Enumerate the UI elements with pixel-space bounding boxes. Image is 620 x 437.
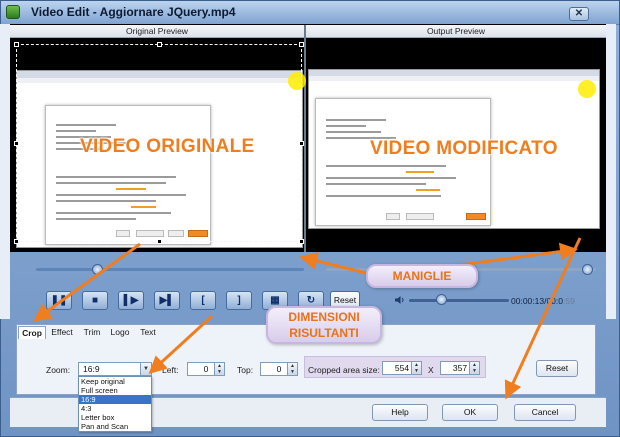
snapshot-icon: ▦ xyxy=(270,295,280,306)
tab-crop[interactable]: Crop xyxy=(18,326,46,339)
right-edge xyxy=(606,24,616,319)
crop-reset-button[interactable]: Reset xyxy=(536,360,578,377)
ok-button[interactable]: OK xyxy=(442,404,498,421)
handles-callout: MANIGLIE xyxy=(366,264,478,288)
tab-trim[interactable]: Trim xyxy=(80,326,104,339)
crop-handle[interactable] xyxy=(299,141,304,146)
dimensions-callout: DIMENSIONI RISULTANTI xyxy=(266,306,382,344)
fast-forward-icon: ▶▌ xyxy=(159,295,175,306)
next-frame-icon: ▌▶ xyxy=(123,295,139,306)
zoom-option[interactable]: Keep original xyxy=(79,377,151,386)
stop-button[interactable]: ■ xyxy=(82,291,108,310)
spinner-icon[interactable]: ▲ ▼ xyxy=(469,362,479,374)
mark-out-button[interactable]: ] xyxy=(226,291,252,310)
close-button[interactable]: ✕ xyxy=(569,7,589,21)
crop-width-field[interactable]: 554 ▲ ▼ xyxy=(382,361,422,375)
spinner-icon[interactable]: ▲ ▼ xyxy=(411,362,421,374)
fast-forward-button[interactable]: ▶▌ xyxy=(154,291,180,310)
left-label: Left: xyxy=(162,365,179,375)
next-frame-button[interactable]: ▌▶ xyxy=(118,291,144,310)
play-button[interactable]: ❚❚ xyxy=(46,291,72,310)
top-label: Top: xyxy=(237,365,254,375)
spinner-icon[interactable]: ▲ ▼ xyxy=(287,363,297,375)
preview-divider xyxy=(304,25,306,252)
left-stepper[interactable]: 0 ▲ ▼ xyxy=(187,362,225,376)
crop-handle[interactable] xyxy=(14,141,19,146)
output-video-label: VIDEO MODIFICATO xyxy=(370,138,558,159)
help-button[interactable]: Help xyxy=(372,404,428,421)
cropped-size-label: Cropped area size: xyxy=(308,365,380,375)
crop-height-field[interactable]: 357 ▲ ▼ xyxy=(440,361,480,375)
crop-handle[interactable] xyxy=(299,42,304,47)
top-stepper[interactable]: 0 ▲ ▼ xyxy=(260,362,298,376)
window-title: Video Edit - Aggiornare JQuery.mp4 xyxy=(31,5,236,19)
bracket-right-icon: ] xyxy=(237,295,241,306)
video-app-icon xyxy=(6,5,20,19)
spinner-icon[interactable]: ▲ ▼ xyxy=(214,363,224,375)
crop-handle[interactable] xyxy=(157,42,162,47)
crop-handle[interactable] xyxy=(14,42,19,47)
rotate-icon: ↻ xyxy=(306,295,316,306)
crop-handle[interactable] xyxy=(157,239,162,244)
seek-thumb[interactable] xyxy=(92,264,103,275)
original-preview-header: Original Preview xyxy=(10,25,304,38)
size-separator: X xyxy=(428,365,434,375)
stop-icon: ■ xyxy=(91,295,99,306)
zoom-select[interactable]: 16:9 ▼ xyxy=(78,362,152,376)
volume-slider[interactable] xyxy=(409,299,509,302)
cancel-button[interactable]: Cancel xyxy=(514,404,576,421)
seek-bar-original[interactable] xyxy=(36,268,304,271)
zoom-option[interactable]: Pan and Scan xyxy=(79,422,151,431)
original-video-label: VIDEO ORIGINALE xyxy=(80,136,255,157)
zoom-dropdown-list[interactable]: Keep original Full screen 16:9 4:3 Lette… xyxy=(78,376,152,432)
tab-effect[interactable]: Effect xyxy=(48,326,76,339)
zoom-label: Zoom: xyxy=(46,365,71,375)
crop-handle[interactable] xyxy=(299,239,304,244)
bracket-left-icon: [ xyxy=(201,295,205,306)
zoom-option-selected[interactable]: 16:9 xyxy=(79,395,151,404)
seek-thumb[interactable] xyxy=(582,264,593,275)
zoom-option[interactable]: Letter box xyxy=(79,413,151,422)
mark-in-button[interactable]: [ xyxy=(190,291,216,310)
highlight-marker xyxy=(578,80,596,98)
zoom-option[interactable]: 4:3 xyxy=(79,404,151,413)
output-preview-header: Output Preview xyxy=(306,25,606,38)
chevron-down-icon[interactable]: ▼ xyxy=(140,363,151,375)
time-display: 00:00:13/00:0:59 xyxy=(511,296,575,306)
tab-text[interactable]: Text xyxy=(136,326,160,339)
title-bar: Video Edit - Aggiornare JQuery.mp4 ✕ xyxy=(1,1,619,25)
speaker-icon[interactable] xyxy=(394,295,405,305)
play-icon: ❚❚ xyxy=(50,295,68,306)
crop-handle[interactable] xyxy=(14,239,19,244)
volume-thumb[interactable] xyxy=(436,294,447,305)
tab-logo[interactable]: Logo xyxy=(108,326,132,339)
left-edge xyxy=(0,24,10,319)
zoom-option[interactable]: Full screen xyxy=(79,386,151,395)
